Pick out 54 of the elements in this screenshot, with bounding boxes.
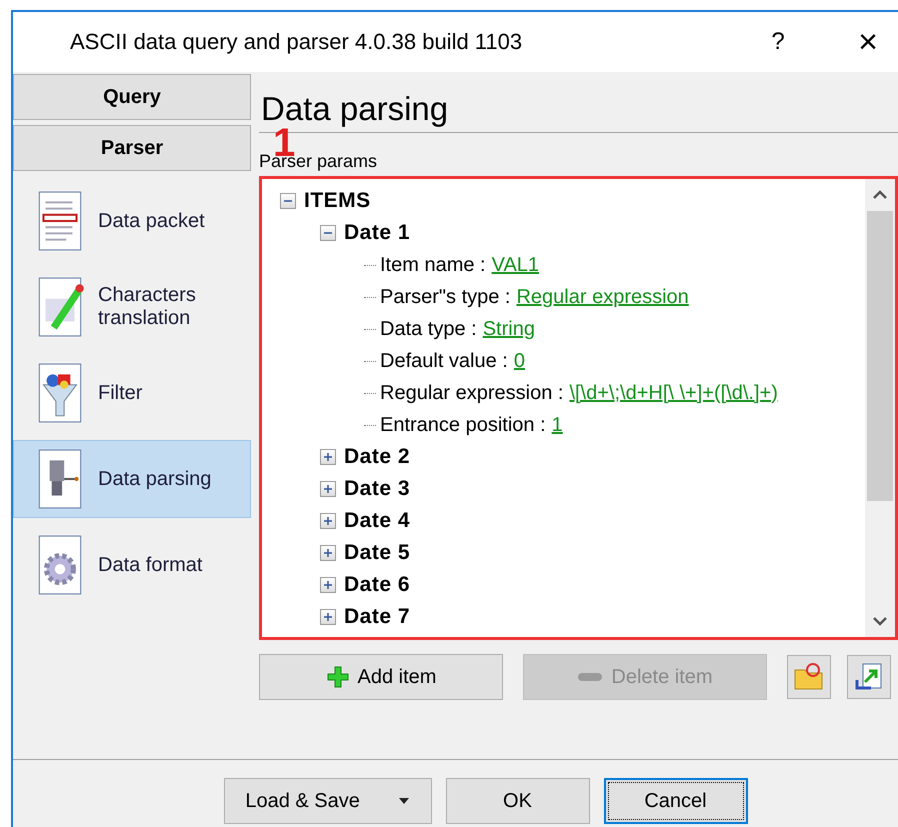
nav-item[interactable]: Data parsing xyxy=(13,440,251,518)
document-icon xyxy=(36,534,84,596)
tree-node[interactable]: Date 6 xyxy=(344,573,410,597)
property-value-link[interactable]: String xyxy=(482,318,535,340)
expand-icon[interactable] xyxy=(320,449,336,465)
property-value-link[interactable]: 0 xyxy=(514,350,525,372)
expand-icon[interactable] xyxy=(320,481,336,497)
tree-node[interactable]: Date 5 xyxy=(344,541,410,565)
nav-item[interactable]: Filter xyxy=(13,354,251,432)
document-icon xyxy=(36,276,84,338)
expand-icon[interactable] xyxy=(320,513,336,529)
dialog-button[interactable]: OK xyxy=(446,778,590,824)
property-value-link[interactable]: Regular expression xyxy=(516,286,689,308)
tree-node[interactable]: Date 4 xyxy=(344,509,410,533)
close-button[interactable]: × xyxy=(838,22,898,62)
collapse-icon[interactable] xyxy=(280,193,296,209)
property-label: Entrance position : xyxy=(380,414,546,436)
tree-node[interactable]: Date 3 xyxy=(344,477,410,501)
add-item-button[interactable]: Add item xyxy=(259,654,503,700)
nav-item[interactable]: Data format xyxy=(13,526,251,604)
expand-icon[interactable] xyxy=(320,545,336,561)
nav-item[interactable]: Characters translation xyxy=(13,268,251,346)
tree-node[interactable]: Date 1 xyxy=(344,221,410,245)
property-value-link[interactable]: 1 xyxy=(552,414,563,436)
property-value-link[interactable]: \[\d+\;\d+H[\ \+]+([\d\.]+) xyxy=(569,382,778,404)
folder-icon xyxy=(793,662,825,692)
tree-node[interactable]: ITEMS xyxy=(304,189,371,213)
window-title: ASCII data query and parser 4.0.38 build 1103 xyxy=(70,29,524,55)
scrollbar[interactable] xyxy=(865,179,895,637)
property-label: Parser"s type : xyxy=(380,286,510,308)
property-label: Item name : xyxy=(380,254,486,276)
expand-icon[interactable] xyxy=(320,577,336,593)
export-button[interactable] xyxy=(847,655,891,699)
expand-icon[interactable] xyxy=(320,609,336,625)
open-folder-button[interactable] xyxy=(787,655,831,699)
dialog-button[interactable]: Cancel xyxy=(604,778,748,824)
property-label: Regular expression : xyxy=(380,382,564,404)
document-icon xyxy=(36,190,84,252)
document-icon xyxy=(36,362,84,424)
tree-node[interactable]: Date 7 xyxy=(344,605,410,629)
plus-icon xyxy=(326,665,350,689)
property-label: Data type : xyxy=(380,318,477,340)
section-header-button[interactable]: Parser xyxy=(13,125,251,171)
document-icon xyxy=(36,448,84,510)
minus-icon xyxy=(577,672,604,682)
section-header-button[interactable]: Query xyxy=(13,74,251,120)
collapse-icon[interactable] xyxy=(320,225,336,241)
tree-node[interactable]: Date 2 xyxy=(344,445,410,469)
property-label: Default value : xyxy=(380,350,508,372)
caret-icon xyxy=(398,797,410,805)
nav-item[interactable]: Data packet xyxy=(13,182,251,260)
help-button[interactable]: ? xyxy=(748,28,808,56)
dropdown-button[interactable]: Load & Save xyxy=(224,778,432,824)
property-value-link[interactable]: VAL1 xyxy=(492,254,540,276)
